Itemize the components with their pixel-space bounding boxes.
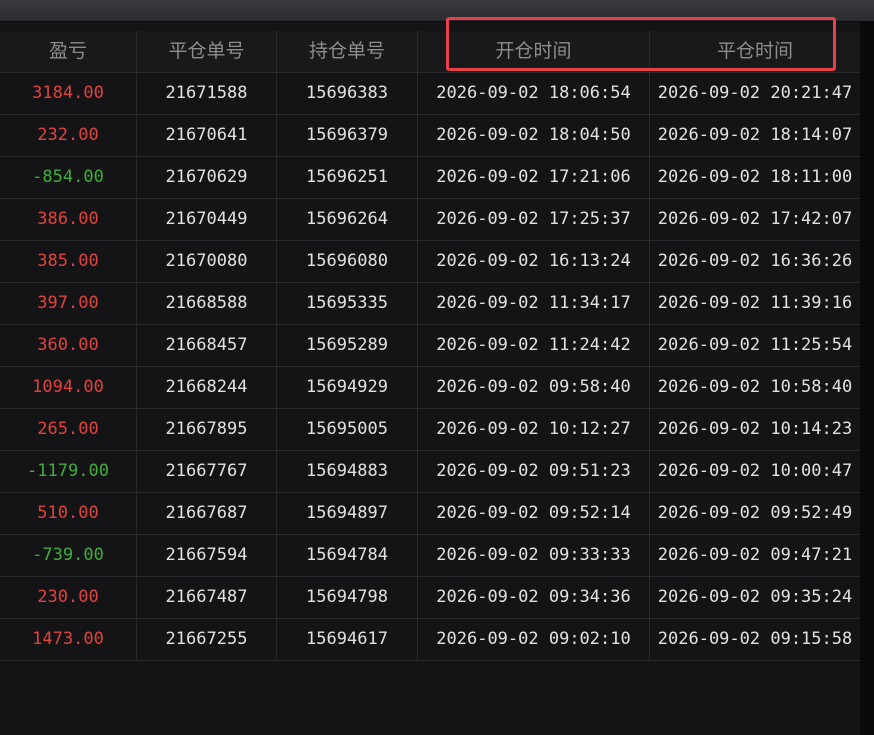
header-open-time[interactable]: 开仓时间 [418, 31, 650, 72]
pnl-cell: 397.00 [0, 283, 137, 324]
close-time-cell: 2026-09-02 10:14:23 [657, 419, 853, 439]
open-time-cell: 2026-09-02 11:34:17 [418, 283, 650, 324]
open-time-cell: 2026-09-02 09:51:23 [418, 451, 650, 492]
header-close-time[interactable]: 平仓时间 [650, 31, 860, 72]
position-order-no-cell: 15695289 [277, 325, 418, 366]
close-time-cell: 2026-09-02 09:47:21 [657, 545, 853, 565]
trade-history-table: 盈亏 平仓单号 持仓单号 开仓时间 平仓时间 3184.00 21671588 15… [0, 31, 860, 661]
position-order-no-cell: 15696264 [277, 199, 418, 240]
close-order-no-cell: 21668457 [137, 325, 277, 366]
position-order-no-cell: 15694617 [277, 619, 418, 660]
position-order-no-cell: 15694784 [277, 535, 418, 576]
pnl-cell: 386.00 [0, 199, 137, 240]
close-order-no-cell: 21667255 [137, 619, 277, 660]
position-order-no-cell: 15696080 [277, 241, 418, 282]
close-order-no-cell: 21671588 [137, 73, 277, 114]
close-time-cell: 2026-09-02 09:52:49 [657, 503, 853, 523]
table-row[interactable]: 397.00 21668588 15695335 2026-09-02 11:34:1… [0, 283, 860, 325]
pnl-cell: -854.00 [0, 157, 137, 198]
header-pnl[interactable]: 盈亏 [0, 31, 137, 72]
position-order-no-cell: 15696379 [277, 115, 418, 156]
pnl-cell: -739.00 [0, 535, 137, 576]
open-time-cell: 2026-09-02 09:58:40 [418, 367, 650, 408]
close-time-cell: 2026-09-02 20:21:47 [657, 83, 853, 103]
close-time-cell: 2026-09-02 10:58:40 [657, 377, 853, 397]
open-time-cell: 2026-09-02 16:13:24 [418, 241, 650, 282]
header-close-order-no[interactable]: 平仓单号 [137, 31, 277, 72]
close-order-no-cell: 21667487 [137, 577, 277, 618]
table-row[interactable]: 1473.00 21667255 15694617 2026-09-02 09:02:… [0, 619, 860, 661]
close-time-cell: 2026-09-02 16:36:26 [657, 251, 853, 271]
empty-table-area [0, 661, 860, 735]
table-row[interactable]: 510.00 21667687 15694897 2026-09-02 09:52:1… [0, 493, 860, 535]
open-time-cell: 2026-09-02 09:02:10 [418, 619, 650, 660]
table-row[interactable]: 385.00 21670080 15696080 2026-09-02 16:13:2… [0, 241, 860, 283]
pnl-cell: 360.00 [0, 325, 137, 366]
table-row[interactable]: 232.00 21670641 15696379 2026-09-02 18:04:5… [0, 115, 860, 157]
close-time-cell: 2026-09-02 09:15:58 [657, 629, 853, 649]
close-time-cell: 2026-09-02 09:35:24 [657, 587, 853, 607]
close-order-no-cell: 21667895 [137, 409, 277, 450]
open-time-cell: 2026-09-02 10:12:27 [418, 409, 650, 450]
close-order-no-cell: 21670080 [137, 241, 277, 282]
position-order-no-cell: 15694929 [277, 367, 418, 408]
close-time-cell: 2026-09-02 11:25:54 [657, 335, 853, 355]
close-order-no-cell: 21667687 [137, 493, 277, 534]
window-top-bar [0, 0, 874, 22]
position-order-no-cell: 15694883 [277, 451, 418, 492]
close-time-cell: 2026-09-02 11:39:16 [657, 293, 853, 313]
open-time-cell: 2026-09-02 11:24:42 [418, 325, 650, 366]
pnl-cell: 1473.00 [0, 619, 137, 660]
pnl-cell: 1094.00 [0, 367, 137, 408]
pnl-cell: 385.00 [0, 241, 137, 282]
close-time-cell: 2026-09-02 18:14:07 [657, 125, 853, 145]
pnl-cell: 232.00 [0, 115, 137, 156]
table-row[interactable]: -739.00 21667594 15694784 2026-09-02 09:33:… [0, 535, 860, 577]
close-order-no-cell: 21670449 [137, 199, 277, 240]
table-row[interactable]: 265.00 21667895 15695005 2026-09-02 10:12:2… [0, 409, 860, 451]
table-grid: 盈亏 平仓单号 持仓单号 开仓时间 平仓时间 3184.00 21671588 15… [0, 31, 860, 661]
position-order-no-cell: 15695005 [277, 409, 418, 450]
close-order-no-cell: 21667767 [137, 451, 277, 492]
close-time-cell: 2026-09-02 17:42:07 [657, 209, 853, 229]
open-time-cell: 2026-09-02 17:25:37 [418, 199, 650, 240]
close-order-no-cell: 21670641 [137, 115, 277, 156]
table-row[interactable]: 3184.00 21671588 15696383 2026-09-02 18:06:… [0, 73, 860, 115]
table-row[interactable]: -1179.00 21667767 15694883 2026-09-02 09:51… [0, 451, 860, 493]
position-order-no-cell: 15696383 [277, 73, 418, 114]
pnl-cell: -1179.00 [0, 451, 137, 492]
open-time-cell: 2026-09-02 18:04:50 [418, 115, 650, 156]
table-row[interactable]: 1094.00 21668244 15694929 2026-09-02 09:58:… [0, 367, 860, 409]
open-time-cell: 2026-09-02 09:34:36 [418, 577, 650, 618]
table-row[interactable]: 360.00 21668457 15695289 2026-09-02 11:24:4… [0, 325, 860, 367]
position-order-no-cell: 15696251 [277, 157, 418, 198]
close-order-no-cell: 21668244 [137, 367, 277, 408]
pnl-cell: 3184.00 [0, 73, 137, 114]
open-time-cell: 2026-09-02 09:33:33 [418, 535, 650, 576]
table-row[interactable]: 230.00 21667487 15694798 2026-09-02 09:34:3… [0, 577, 860, 619]
header-position-order-no[interactable]: 持仓单号 [277, 31, 418, 72]
close-time-cell: 2026-09-02 18:11:00 [657, 167, 853, 187]
right-edge-panel [860, 21, 874, 735]
close-order-no-cell: 21667594 [137, 535, 277, 576]
open-time-cell: 2026-09-02 09:52:14 [418, 493, 650, 534]
position-order-no-cell: 15694897 [277, 493, 418, 534]
open-time-cell: 2026-09-02 17:21:06 [418, 157, 650, 198]
pnl-cell: 265.00 [0, 409, 137, 450]
pnl-cell: 510.00 [0, 493, 137, 534]
table-header-row: 盈亏 平仓单号 持仓单号 开仓时间 平仓时间 [0, 31, 860, 73]
pnl-cell: 230.00 [0, 577, 137, 618]
table-row[interactable]: -854.00 21670629 15696251 2026-09-02 17:21:… [0, 157, 860, 199]
close-order-no-cell: 21670629 [137, 157, 277, 198]
open-time-cell: 2026-09-02 18:06:54 [418, 73, 650, 114]
table-row[interactable]: 386.00 21670449 15696264 2026-09-02 17:25:3… [0, 199, 860, 241]
position-order-no-cell: 15694798 [277, 577, 418, 618]
close-order-no-cell: 21668588 [137, 283, 277, 324]
close-time-cell: 2026-09-02 10:00:47 [657, 461, 853, 481]
position-order-no-cell: 15695335 [277, 283, 418, 324]
